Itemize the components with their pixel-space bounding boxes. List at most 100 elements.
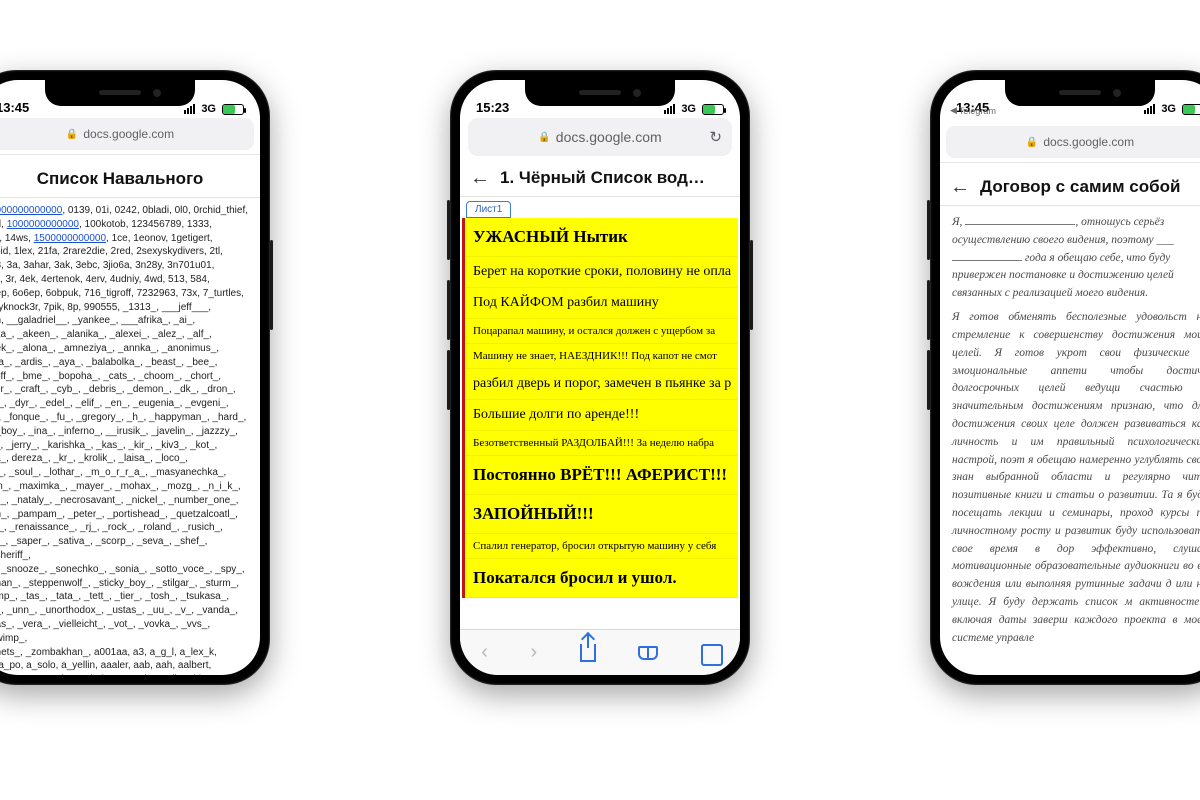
- blacklist-row[interactable]: Большие долги по аренде!!!: [465, 400, 738, 431]
- phone3-url-host: docs.google.com: [1043, 135, 1134, 149]
- text-line: nek_, _alona_, _amneziya_, _annka_, _ano…: [0, 342, 250, 356]
- phone2-url-host: docs.google.com: [556, 129, 662, 145]
- contract-line: связанных с реализацией моего видения.: [952, 285, 1200, 303]
- text-line: nn_, _pampam_, _peter_, _portishead_, _q…: [0, 508, 250, 522]
- text-line: gas_, _vera_, _vielleicht_, _vot_, _vovk…: [0, 618, 250, 646]
- text-line: ad, 1000000000000, 100kotob, 123456789, …: [0, 218, 250, 232]
- phone1-screen: 13:45 3G 🔒 docs.google.com Список Наваль…: [0, 80, 260, 675]
- lock-icon: 🔒: [538, 132, 550, 143]
- lock-icon: 🔒: [66, 129, 78, 140]
- text-line: koff_, _bme_, _bopoha_, _cats_, _choom_,…: [0, 370, 250, 384]
- reload-icon[interactable]: ↻: [709, 128, 722, 146]
- text-line: za_, dereza_, _kr_, _krolik_, _laisa_, _…: [0, 452, 250, 466]
- toolbar-forward-icon[interactable]: ›: [530, 641, 537, 664]
- text-line: ser_, _craft_, _cyb_, _debris_, _demon_,…: [0, 383, 250, 397]
- safari-toolbar: ‹ ›: [460, 629, 740, 675]
- link[interactable]: 0000000000000: [0, 205, 62, 216]
- blank-field[interactable]: [965, 215, 1075, 225]
- text-line: uta_, _ardis_, _aya_, _balabolka_, _beas…: [0, 356, 250, 370]
- text-line: t, a_po, a_solo, a_yellin, aaaler, aab, …: [0, 659, 250, 673]
- blank-field[interactable]: [952, 250, 1022, 260]
- contract-line: привержен постановке и достижению целей: [952, 267, 1200, 285]
- phone1-time: 13:45: [0, 100, 29, 115]
- text-line: n_, _unn_, _unorthodox_, _ustas_, _uu_, …: [0, 604, 250, 618]
- divider: [940, 162, 1200, 163]
- contract-line: осуществлению своего видения, поэтому __…: [952, 232, 1200, 250]
- blacklist-row[interactable]: ЗАПОЙНЫЙ!!!: [465, 495, 738, 534]
- lock-icon: 🔒: [1026, 137, 1038, 148]
- text-line: ct_, _soul_, _lothar_, _m_o_r_r_a_, _mas…: [0, 466, 250, 480]
- text-line: nf_, _dyr_, _edel_, _elif_, _en_, _eugen…: [0, 397, 250, 411]
- text-line: 0000000000000, 0139, 01i, 0242, 0bladi, …: [0, 204, 250, 218]
- phone1-notch: [45, 80, 195, 106]
- blacklist-row[interactable]: УЖАСНЫЙ Нытик: [465, 218, 738, 257]
- text-line: phan_, _steppenwolf_, _sticky_boy_, _sti…: [0, 577, 250, 591]
- text-line: t_, _fonque_, _fu_, _gregory_, _h_, _hap…: [0, 411, 250, 425]
- text-line: xoid, 1lex, 21fa, 2rare2die, 2red, 2sexy…: [0, 245, 250, 259]
- phone-mockup-3: 13:45 3G ◀ Telegram 🔒 docs.google.com ← …: [930, 70, 1200, 685]
- sheet-tab[interactable]: Лист1: [466, 201, 511, 218]
- phone2-status-right: 3G: [664, 103, 724, 115]
- text-line: vin_, _maximka_, _mayer_, _mohax_, _mozg…: [0, 480, 250, 494]
- signal-icon: [184, 104, 195, 114]
- text-line: hka_, _akeen_, _alanika_, _alexei_, _ale…: [0, 328, 250, 342]
- blacklist-row[interactable]: Под КАЙФОМ разбил машину: [465, 288, 738, 319]
- blacklist-row[interactable]: Поцарапал машину, и остался должен с уще…: [465, 319, 738, 344]
- blacklist-row[interactable]: Машину не знает, НАЕЗДНИК!!! Под капот н…: [465, 344, 738, 369]
- blacklist-row[interactable]: Берет на короткие сроки, половину не опл…: [465, 257, 738, 288]
- phone1-content[interactable]: 0000000000000, 0139, 01i, 0242, 0bladi, …: [0, 198, 260, 675]
- text-line: rvl_, _nataly_, _necrosavant_, _nickel_,…: [0, 494, 250, 508]
- text-line: 88, 3a, 3ahar, 3ak, 3ebc, 3jio6a, 3n28y,…: [0, 259, 250, 273]
- phone2-notch: [525, 80, 675, 106]
- blacklist-row[interactable]: Покатался бросил и ушол.: [465, 559, 738, 598]
- back-icon[interactable]: ←: [950, 177, 970, 197]
- divider: [0, 154, 260, 155]
- blacklist-row[interactable]: Безответственный РАЗДОЛБАЙ!!! За неделю …: [465, 431, 738, 456]
- phone1-url-host: docs.google.com: [83, 127, 174, 141]
- tabs-icon[interactable]: [701, 644, 719, 662]
- phone3-status-right: 3G: [1144, 103, 1200, 115]
- text-line: a_boy_, _ina_, _inferno_, __irusik_, _ja…: [0, 425, 250, 439]
- battery-icon: [702, 104, 724, 115]
- phone2-blacklist[interactable]: УЖАСНЫЙ НытикБерет на короткие сроки, по…: [462, 218, 738, 598]
- phone3-doc-title: Договор с самим собой: [980, 177, 1200, 197]
- battery-icon: [222, 104, 244, 115]
- phone1-status-right: 3G: [184, 103, 244, 115]
- phone3-url-bar[interactable]: 🔒 docs.google.com: [946, 126, 1200, 158]
- blacklist-row[interactable]: Постоянно ВРЁТ!!! АФЕРИСТ!!!: [465, 456, 738, 495]
- phone1-title-row: Список Навального: [0, 159, 260, 198]
- back-icon[interactable]: ←: [470, 168, 490, 188]
- text-line: onets_, _zombakhan_, a001aa, a3, a_g_l, …: [0, 646, 250, 660]
- blacklist-row[interactable]: разбил дверь и порог, замечен в пьянке з…: [465, 369, 738, 400]
- phone3-content[interactable]: Я, , отношусь серьёз осуществлению своег…: [940, 206, 1200, 658]
- link[interactable]: 1000000000000: [7, 219, 79, 230]
- phone-mockup-2: 15:23 3G 🔒 docs.google.com ↻ ← 1. Чёрный…: [450, 70, 750, 685]
- contract-body: Я готов обменять бесполезные удовольст н…: [952, 309, 1200, 647]
- text-line: sv, 14ws, 1500000000000, 1ce, 1eonov, 1g…: [0, 232, 250, 246]
- phone1-url-bar[interactable]: 🔒 docs.google.com: [0, 118, 254, 150]
- toolbar-back-icon[interactable]: ‹: [481, 641, 488, 664]
- blacklist-row[interactable]: Спалил генератор, бросил открытую машину…: [465, 534, 738, 559]
- signal-icon: [1144, 104, 1155, 114]
- phone-mockup-1: 13:45 3G 🔒 docs.google.com Список Наваль…: [0, 70, 270, 685]
- text-line: m_, _renaissance_, _rj_, _rock_, _roland…: [0, 521, 250, 535]
- back-to-app[interactable]: ◀ Telegram: [950, 105, 996, 116]
- text-line: en, __galadriel__, _yankee_, ___afrika_,…: [0, 314, 250, 328]
- contract-intro: Я, , отношусь серьёз: [952, 214, 1200, 232]
- text-line: myknock3r, 7pik, 8p, 990555, _1313_, ___…: [0, 301, 250, 315]
- phone3-notch: [1005, 80, 1155, 106]
- text-line: y_, _jerry_, _karishka_, _kas_, _kir_, _…: [0, 439, 250, 453]
- contract-line: года я обещаю себе, что буду: [952, 250, 1200, 268]
- text-line: yx, 3r, 4ek, 4ertenok, 4erv, 4udniy, 4wd…: [0, 273, 250, 287]
- phone2-url-bar[interactable]: 🔒 docs.google.com ↻: [468, 118, 732, 156]
- share-icon[interactable]: [580, 644, 596, 662]
- phone1-network-label: 3G: [201, 103, 216, 115]
- text-line: eep, 6o6ep, 6obpuk, 716_tigroff, 7232963…: [0, 287, 250, 301]
- bookmarks-icon[interactable]: [638, 646, 658, 660]
- phone3-network-label: 3G: [1161, 103, 1176, 115]
- phone2-network-label: 3G: [681, 103, 696, 115]
- text-line: _, _snooze_, _sonechko_, _sonia_, _sotto…: [0, 563, 250, 577]
- link[interactable]: 1500000000000: [34, 233, 106, 244]
- text-line: anov, aangarnath, aarderk, aazz, ab_stud…: [0, 673, 250, 675]
- text-line: amp_, _tas_, _tata_, _tett_, _tier_, _to…: [0, 590, 250, 604]
